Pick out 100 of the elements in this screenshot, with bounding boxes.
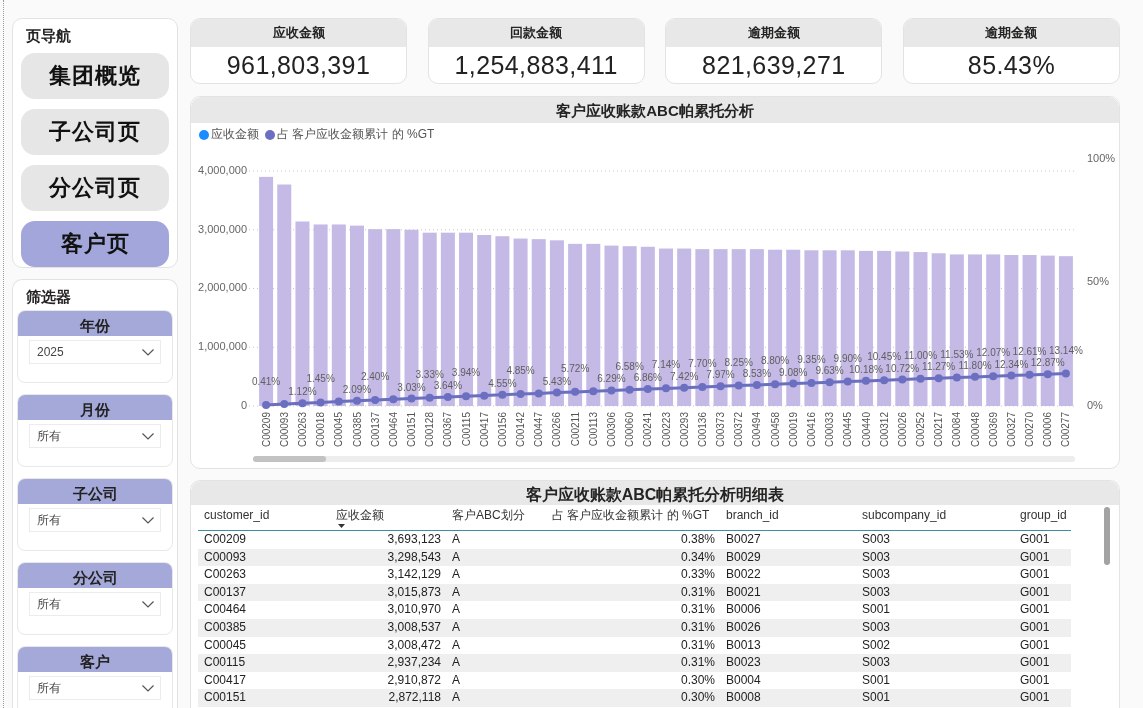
nav-button[interactable]: 子公司页 <box>21 109 169 155</box>
data-point <box>771 380 780 389</box>
data-point <box>462 392 471 401</box>
table-cell: S003 <box>856 618 1014 637</box>
table-cell-text: S001 <box>861 671 892 689</box>
data-label: 11.00% <box>903 349 938 361</box>
table-cell: 3,008,537 <box>330 618 446 637</box>
data-label: 5.43% <box>542 375 572 387</box>
data-point <box>589 387 598 396</box>
slicer-header: 分公司 <box>18 563 172 588</box>
table-cell: C00151 <box>198 689 330 707</box>
y-axis-label: 3,000,000 <box>198 222 247 235</box>
column-header[interactable]: branch_id <box>720 507 856 531</box>
x-axis-label: C00151 <box>406 412 417 448</box>
data-label: 9.08% <box>779 366 808 378</box>
x-axis-label: C00416 <box>805 412 817 448</box>
dropdown[interactable]: 2025 <box>29 340 161 364</box>
column-header[interactable]: 应收金额 <box>330 507 446 531</box>
data-label: 7.42% <box>670 370 699 382</box>
table-cell: 3,015,873 <box>330 583 446 602</box>
data-point <box>861 376 870 385</box>
table-cell-text: 0.38% <box>679 531 716 548</box>
table-title: 客户应收账款ABC帕累托分析明细表 <box>191 481 1119 505</box>
data-point <box>371 396 380 405</box>
data-label: 6.58% <box>615 360 644 372</box>
data-label: 8.53% <box>742 367 772 379</box>
chevron-down-icon <box>142 516 154 524</box>
data-label: 8.80% <box>760 355 790 367</box>
x-axis-label: C00252 <box>915 412 926 448</box>
data-label: 2.40% <box>361 371 390 383</box>
column-header[interactable]: customer_id <box>198 507 330 531</box>
data-point <box>534 389 543 398</box>
table-cell: B0008 <box>720 689 856 707</box>
x-axis-label: C00033 <box>824 412 836 448</box>
data-label: 10.45% <box>867 351 902 363</box>
x-axis-label: C00440 <box>860 412 872 448</box>
kpi-title: 回款金额 <box>428 19 644 47</box>
table-cell: 2,872,118 <box>330 689 446 707</box>
data-point <box>280 400 289 408</box>
x-axis-label: C00060 <box>624 412 636 448</box>
x-axis-label: C00464 <box>387 412 399 448</box>
table-cell: G001 <box>1014 654 1071 672</box>
data-point <box>716 382 725 391</box>
y2-axis-label: 0% <box>1087 398 1103 411</box>
table-cell-text: C00209 <box>203 531 248 548</box>
column-header[interactable]: group_id <box>1014 507 1071 531</box>
dropdown[interactable]: 所有 <box>29 676 161 700</box>
data-point <box>1061 369 1070 378</box>
table-cell-text: S001 <box>861 601 892 619</box>
kpi-title: 逾期金额 <box>903 19 1119 47</box>
x-axis-label: C00263 <box>296 412 308 448</box>
table-cell-text: G001 <box>1019 531 1051 548</box>
kpi-value: 85.43% <box>967 50 1056 81</box>
data-label: 10.72% <box>885 362 920 374</box>
data-point <box>934 374 943 383</box>
data-point <box>916 374 925 383</box>
scrollbar-thumb[interactable] <box>1104 507 1110 565</box>
y-axis-label: 0 <box>240 398 247 411</box>
x-axis-label: C00306 <box>606 412 617 448</box>
data-point <box>825 378 834 387</box>
data-label: 8.25% <box>724 356 753 368</box>
nav-button[interactable]: 分公司页 <box>21 165 169 211</box>
data-point <box>971 372 979 381</box>
table-cell-text: A <box>451 636 461 654</box>
data-label: 13.14% <box>1048 344 1083 356</box>
table-cell: A <box>446 618 546 637</box>
data-point <box>752 380 761 389</box>
kpi-value: 961,803,391 <box>226 50 371 81</box>
column-header[interactable]: 占 客户应收金额累计 的 %GT <box>546 507 720 531</box>
table-cell: 0.31% <box>546 654 720 672</box>
table-cell-text: 3,142,129 <box>386 566 442 584</box>
nav-button[interactable]: 集团概览 <box>21 53 169 99</box>
data-label: 1.45% <box>306 373 335 385</box>
data-label: 9.35% <box>797 353 826 365</box>
column-header[interactable]: 客户ABC划分 <box>446 507 546 531</box>
horizontal-scrollbar[interactable] <box>253 456 1075 462</box>
x-axis-label: C00241 <box>642 412 654 448</box>
table-cell-text: A <box>451 531 461 548</box>
data-point <box>425 393 434 402</box>
slicer-header: 客户 <box>18 647 172 672</box>
dropdown[interactable]: 所有 <box>29 424 161 448</box>
data-point <box>680 383 689 392</box>
data-point <box>607 386 616 395</box>
nav-button[interactable]: 客户页 <box>21 221 169 267</box>
x-axis-label: C00223 <box>660 412 672 448</box>
chevron-down-icon <box>142 684 154 692</box>
dropdown[interactable]: 所有 <box>29 508 161 532</box>
table-cell-text: G001 <box>1019 671 1051 689</box>
data-label: 11.53% <box>940 348 974 360</box>
table-cell-text: G001 <box>1019 566 1051 584</box>
data-point <box>898 375 907 384</box>
data-label: 4.55% <box>488 377 517 389</box>
x-axis-label: C00369 <box>987 412 999 448</box>
dropdown[interactable]: 所有 <box>29 592 161 616</box>
chevron-down-icon <box>142 600 154 608</box>
filter-title: 筛选器 <box>26 288 71 306</box>
data-label: 4.85% <box>506 365 535 376</box>
column-header[interactable]: subcompany_id <box>856 507 1014 531</box>
y-axis-label: 2,000,000 <box>198 281 247 294</box>
table-cell-text: 0.31% <box>679 636 716 654</box>
